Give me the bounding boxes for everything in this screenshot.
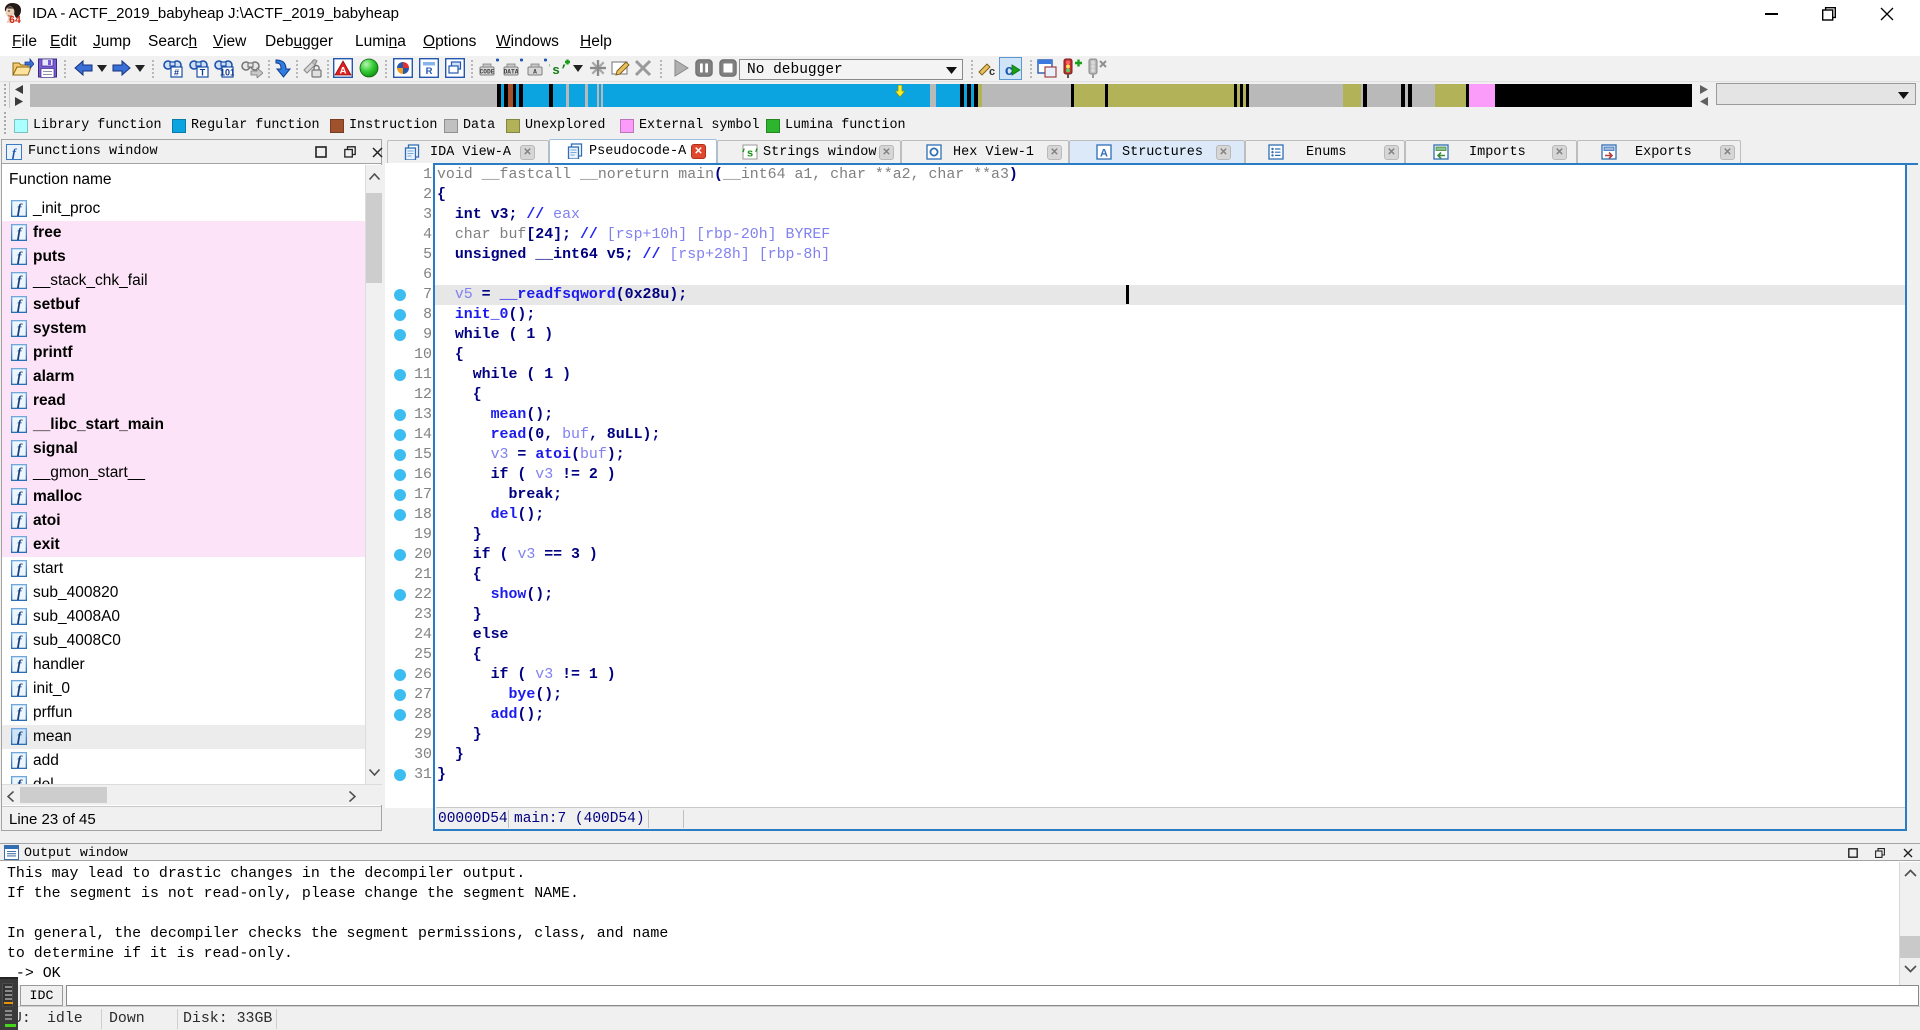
svg-text:‘s’: ‘s’	[549, 63, 568, 78]
svg-text:T: T	[200, 68, 206, 78]
svg-text:A: A	[1100, 148, 1108, 160]
svg-text:‘s’: ‘s’	[742, 149, 758, 161]
svg-text:DATA: DATA	[504, 69, 519, 76]
svg-text:101: 101	[220, 68, 234, 78]
svg-text:CODE: CODE	[480, 69, 495, 76]
svg-text:A: A	[533, 69, 537, 76]
svg-text:#: #	[174, 68, 179, 78]
svg-text:A: A	[340, 66, 347, 77]
svg-text:c: c	[989, 66, 995, 78]
svg-text:64: 64	[9, 14, 21, 25]
svg-text:R: R	[426, 66, 433, 77]
